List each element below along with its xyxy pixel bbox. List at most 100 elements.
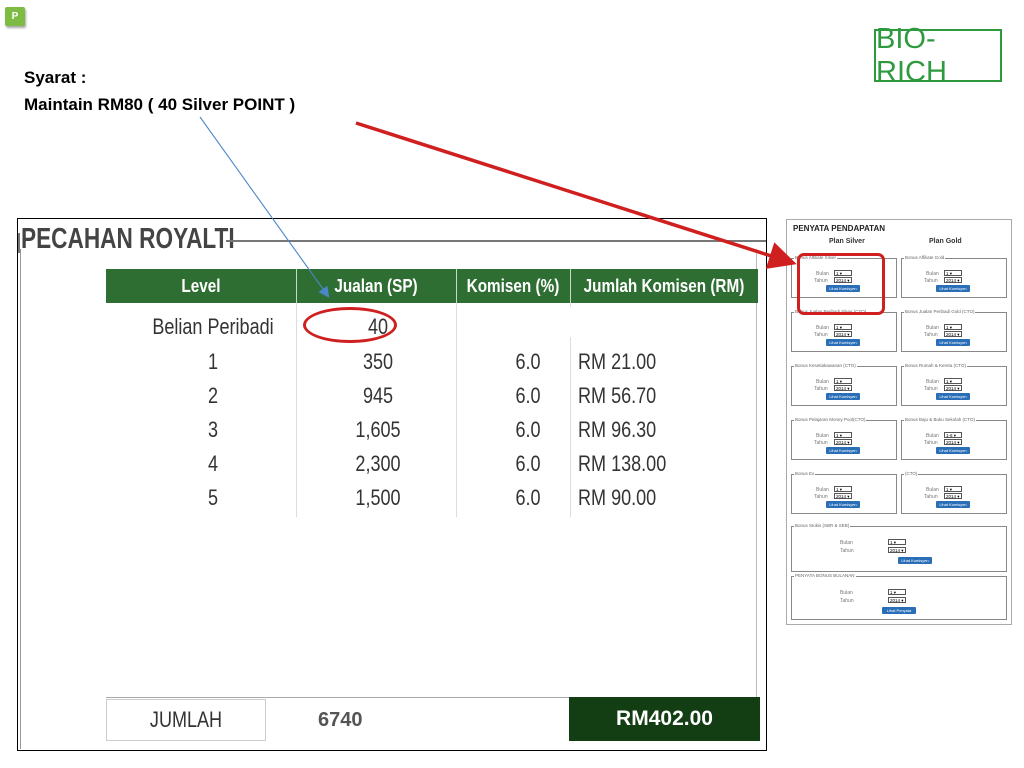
tahun-select[interactable]: 2014 ▾ [944, 331, 962, 337]
bonus-label: Bonus Jualan Peribadi Gold (CTO) [904, 309, 976, 314]
lihat-komisyen-button[interactable]: Lihat Komisyen [898, 557, 932, 564]
stokis-label: Bonus Stokis (SBR & SEB) [794, 523, 851, 528]
bulan-label: Bulan [926, 271, 939, 277]
bulan-select[interactable]: 1 ▾ [944, 378, 962, 384]
syarat-heading: Syarat : [24, 68, 87, 87]
tahun-label: Tahun [814, 332, 828, 338]
lihat-komisyen-button[interactable]: Lihat Komisyen [936, 393, 970, 400]
lihat-komisyen-button[interactable]: Lihat Komisyen [826, 393, 860, 400]
bulan-label: Bulan [816, 379, 829, 385]
header-separator [570, 269, 571, 303]
pecahan-royalti-panel: PECAHAN ROYALTI Level Jualan (SP) Komise… [17, 218, 767, 751]
header-komisen: Komisen (%) [466, 275, 560, 296]
row-jualan: 945 [362, 383, 394, 408]
lihat-komisyen-button[interactable]: Lihat Komisyen [936, 501, 970, 508]
row-jumlah: RM 138.00 [578, 451, 667, 476]
bulan-label: Bulan [926, 487, 939, 493]
row-komisen: 6.0 [515, 485, 541, 510]
panel-title: PECAHAN ROYALTI [21, 223, 235, 255]
bonus-box-right: Bonus Affiliate Gold Bulan 1 ▾ Tahun 2014 ▾ L… [901, 255, 1007, 298]
bonus-box-right: (CTO) Bulan 1 ▾ Tahun 2014 ▾ Lihat Komisyen [901, 471, 1007, 514]
lihat-komisyen-button[interactable]: Lihat Komisyen [936, 285, 970, 292]
lihat-penyata-button[interactable]: Lihat Penyata [882, 607, 916, 614]
row-komisen: 6.0 [515, 417, 541, 442]
header-jumlah: Jumlah Komisen (RM) [583, 275, 745, 296]
tahun-select[interactable]: 2014 ▾ [888, 547, 906, 553]
bulan-label: Bulan [816, 325, 829, 331]
bonus-label: Bonus Pelajaran Money Pool(CTO) [794, 417, 867, 422]
bonus-box-left: Bonus Kesetiakawanan (CTO) Bulan 1 ▾ Tahun 2… [791, 363, 897, 406]
bulan-select[interactable]: 1 ▾ [944, 324, 962, 330]
lihat-komisyen-button[interactable]: Lihat Komisyen [826, 501, 860, 508]
tahun-select[interactable]: 2014 ▾ [834, 493, 852, 499]
tahun-select[interactable]: 2014 ▾ [834, 385, 852, 391]
lihat-komisyen-button[interactable]: Lihat Komisyen [826, 339, 860, 346]
row-komisen: 6.0 [515, 451, 541, 476]
row-level: 5 [207, 485, 219, 510]
row-level: 2 [207, 383, 219, 408]
tahun-select[interactable]: 2014 ▾ [834, 439, 852, 445]
lihat-komisyen-button[interactable]: Lihat Komisyen [936, 447, 970, 454]
row-komisen: 6.0 [515, 383, 541, 408]
title-divider [226, 240, 766, 242]
panel-left-border [20, 249, 21, 749]
row-jualan: 1,500 [355, 485, 401, 510]
bulan-select[interactable]: 1-6 ▾ [944, 432, 962, 438]
bonus-label: Bonus Baju & Buku Sekolah (CTO) [904, 417, 976, 422]
tahun-label: Tahun [924, 386, 938, 392]
lihat-komisyen-button[interactable]: Lihat Komisyen [826, 447, 860, 454]
bulan-label: Bulan [816, 487, 829, 493]
penyata-bulanan-label: PENYATA BONUS BULANAN [794, 573, 856, 578]
total-row-divider [106, 697, 576, 698]
bulan-select[interactable]: 1 ▾ [888, 589, 906, 595]
bulan-select[interactable]: 1 ▾ [944, 270, 962, 276]
row-jumlah: RM 90.00 [578, 485, 657, 510]
row-level: 1 [207, 349, 219, 374]
bulan-select[interactable]: 1 ▾ [834, 486, 852, 492]
bonus-box-left: Bonus Ex Bulan 1 ▾ Tahun 2014 ▾ Lihat Komisye… [791, 471, 897, 514]
bulan-label: Bulan [840, 540, 853, 546]
row-jumlah: RM 56.70 [578, 383, 657, 408]
bulan-select[interactable]: 1 ▾ [834, 432, 852, 438]
bulan-select[interactable]: 1 ▾ [834, 324, 852, 330]
bulan-label: Bulan [926, 433, 939, 439]
tahun-select[interactable]: 2014 ▾ [834, 331, 852, 337]
tahun-label: Tahun [840, 548, 854, 554]
penyata-bulanan-box: PENYATA BONUS BULANAN Bulan 1 ▾ Tahun 2014 ▾… [791, 573, 1007, 620]
row-komisen: 6.0 [515, 349, 541, 374]
row-level: 3 [207, 417, 219, 442]
bonus-label: Bonus Rumah & Kereta (CTO) [904, 363, 967, 368]
bulan-label: Bulan [840, 590, 853, 596]
bonus-box-right: Bonus Rumah & Kereta (CTO) Bulan 1 ▾ Tahun 2… [901, 363, 1007, 406]
tahun-select[interactable]: 2014 ▾ [888, 597, 906, 603]
tahun-label: Tahun [924, 440, 938, 446]
tahun-label: Tahun [924, 332, 938, 338]
bulan-select[interactable]: 1 ▾ [888, 539, 906, 545]
tahun-select[interactable]: 2014 ▾ [944, 385, 962, 391]
header-separator [456, 269, 457, 303]
total-sp-value: 6740 [318, 709, 363, 731]
bulan-select[interactable]: 1 ▾ [834, 378, 852, 384]
highlight-box [797, 253, 885, 315]
row-level: 4 [207, 451, 219, 476]
tahun-select[interactable]: 2014 ▾ [944, 439, 962, 445]
column-divider [456, 303, 457, 517]
tahun-select[interactable]: 2014 ▾ [944, 493, 962, 499]
row-jualan: 350 [362, 349, 394, 374]
bonus-label: Bonus Ex [794, 471, 816, 476]
row-jualan: 1,605 [355, 417, 401, 442]
bonus-box-right: Bonus Jualan Peribadi Gold (CTO) Bulan 1 ▾… [901, 309, 1007, 352]
bonus-label: Bonus Kesetiakawanan (CTO) [794, 363, 857, 368]
table-header: Level Jualan (SP) Komisen (%) Jumlah Kom… [106, 269, 758, 303]
slide-badge: P [5, 7, 25, 26]
tahun-select[interactable]: 2014 ▾ [944, 277, 962, 283]
lihat-komisyen-button[interactable]: Lihat Komisyen [936, 339, 970, 346]
row-jumlah: RM 96.30 [578, 417, 657, 442]
total-rm-value: RM402.00 [569, 697, 760, 741]
tahun-label: Tahun [924, 494, 938, 500]
header-jualan: Jualan (SP) [334, 275, 418, 296]
bulan-select[interactable]: 1 ▾ [944, 486, 962, 492]
row-jualan: 2,300 [355, 451, 401, 476]
total-label: JUMLAH [149, 707, 223, 732]
tahun-label: Tahun [840, 598, 854, 604]
